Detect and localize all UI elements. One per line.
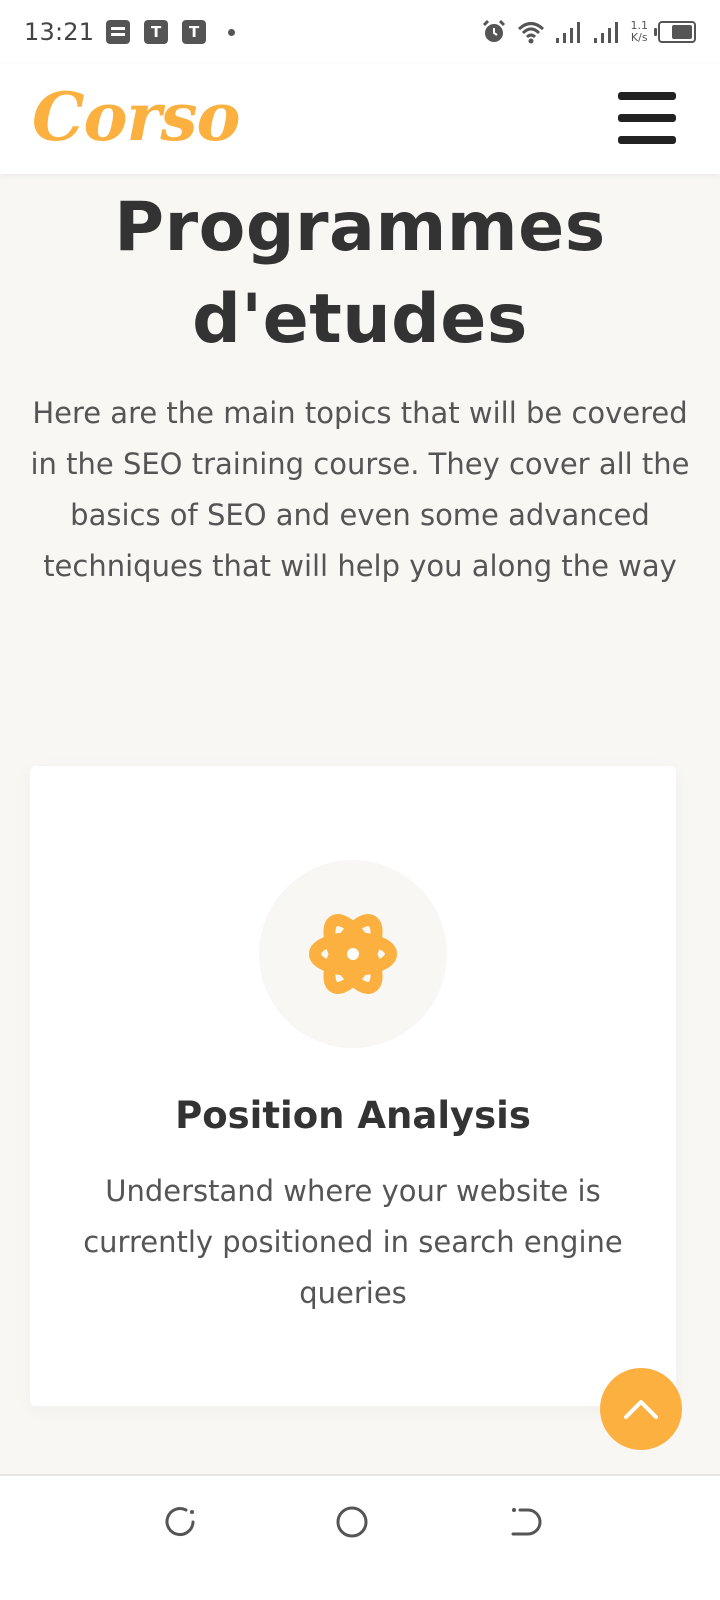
home-icon[interactable] (334, 1504, 370, 1540)
topic-icon-circle (259, 860, 447, 1048)
atom-icon (309, 914, 397, 994)
topic-card: Position Analysis Understand where your … (30, 766, 676, 1406)
status-right-icons: 1.1 K/s (481, 19, 696, 45)
status-bar: 13:21 T T 1.1 K/s (0, 0, 720, 64)
wifi-icon (517, 22, 544, 44)
system-nav-bar (0, 1474, 720, 1600)
site-logo[interactable]: Corso (32, 78, 241, 156)
section-title: Programmes d'etudes (0, 182, 720, 366)
t-app-icon: T (182, 20, 207, 44)
status-time: 13:21 (24, 18, 95, 46)
section-title-line1: Programmes (114, 188, 606, 267)
signal-icon (555, 22, 580, 43)
chevron-up-icon (624, 1400, 658, 1419)
t-app-icon: T (144, 20, 169, 44)
section-intro: Here are the main topics that will be co… (30, 396, 690, 583)
notification-icons: T T (106, 20, 236, 44)
signal-icon (593, 22, 618, 43)
net-speed-unit: K/s (630, 31, 648, 44)
section-title-line2: d'etudes (192, 280, 528, 359)
notes-icon (106, 20, 131, 44)
alarm-icon (482, 19, 505, 42)
back-to-top-button[interactable] (600, 1368, 682, 1450)
back-icon[interactable] (508, 1504, 544, 1540)
site-header: Corso (0, 64, 720, 174)
hamburger-menu-icon[interactable] (618, 92, 676, 144)
card-description: Understand where your website is current… (83, 1174, 623, 1310)
recent-apps-icon[interactable] (162, 1504, 198, 1540)
battery-icon (654, 21, 696, 43)
card-title: Position Analysis (175, 1094, 531, 1137)
net-speed: 1.1 K/s (631, 20, 649, 44)
dot-icon (228, 28, 236, 36)
